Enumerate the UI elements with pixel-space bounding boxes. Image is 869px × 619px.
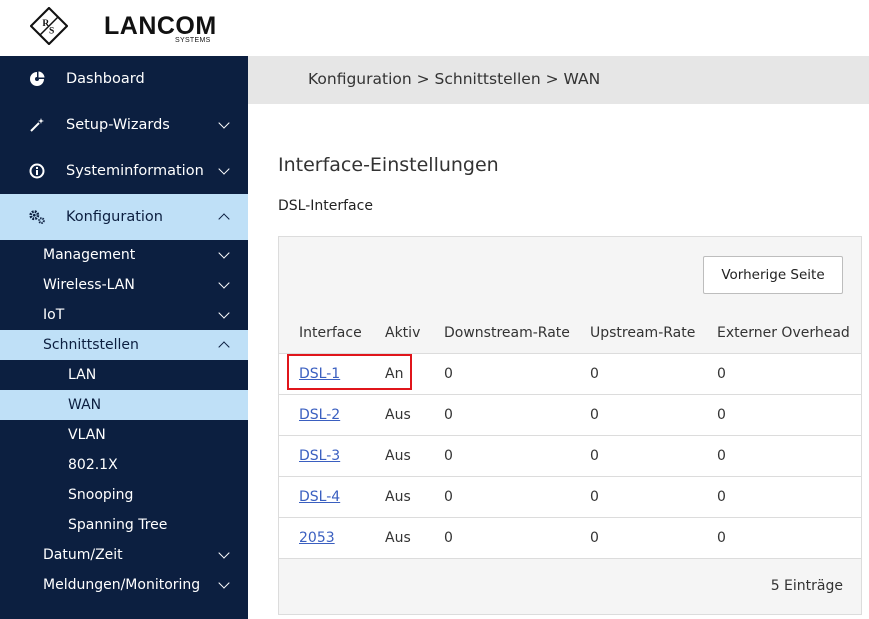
cell-downstream: 0 [424,352,570,394]
svg-text:S: S [49,27,54,37]
magic-wand-icon [28,116,46,134]
page-title: Interface-Einstellungen [278,154,499,176]
sidebar-item-wireless-lan[interactable]: Wireless-LAN [0,270,248,300]
chevron-down-icon [218,577,230,589]
sidebar-item-iot[interactable]: IoT [0,300,248,330]
cell-overhead: 0 [697,475,861,517]
cell-aktiv: An [365,352,424,394]
section-title: DSL-Interface [278,198,373,214]
column-header-downstream-rate[interactable]: Downstream-Rate [424,313,570,353]
sidebar-item-konfiguration[interactable]: Konfiguration [0,194,248,240]
sidebar-item-label: VLAN [68,427,106,443]
sidebar-item-vlan[interactable]: VLAN [0,420,248,450]
cell-interface: DSL-4 [279,475,365,517]
sidebar-item-setup-wizards[interactable]: Setup-Wizards [0,102,248,148]
sidebar-item-label: IoT [43,307,65,323]
previous-page-button[interactable]: Vorherige Seite [703,256,843,294]
cell-overhead: 0 [697,516,861,559]
column-header-externer-overhead[interactable]: Externer Overhead [697,313,861,353]
chevron-down-icon [218,307,230,319]
cell-downstream: 0 [424,516,570,559]
table-header-row: Interface Aktiv Downstream-Rate Upstream… [279,313,861,353]
table-row: DSL-4 Aus 0 0 0 [279,475,861,517]
cell-upstream: 0 [570,475,697,517]
interface-link-dsl-2[interactable]: DSL-2 [299,407,340,423]
sidebar-item-label: WAN [68,397,102,413]
cell-overhead: 0 [697,352,861,394]
top-header: R S LANCOM SYSTEMS [0,0,869,56]
table-row: DSL-1 An 0 0 0 [279,352,861,394]
cell-upstream: 0 [570,516,697,559]
cell-aktiv: Aus [365,434,424,476]
dashboard-pie-icon [28,70,46,88]
sidebar-item-label: 802.1X [68,457,118,473]
cell-aktiv: Aus [365,516,424,559]
table-row: 2053 Aus 0 0 0 [279,516,861,559]
sidebar-item-label: Datum/Zeit [43,547,123,563]
cell-upstream: 0 [570,393,697,435]
cell-upstream: 0 [570,352,697,394]
chevron-down-icon [218,547,230,559]
info-icon [28,162,46,180]
cell-aktiv: Aus [365,393,424,435]
sidebar-item-systeminformation[interactable]: Systeminformation [0,148,248,194]
interface-link-dsl-3[interactable]: DSL-3 [299,448,340,464]
sidebar-item-label: Schnittstellen [43,337,139,353]
sidebar-item-label: Snooping [68,487,134,503]
sidebar-item-8021x[interactable]: 802.1X [0,450,248,480]
chevron-down-icon [218,163,230,175]
sidebar-item-label: LAN [68,367,97,383]
chevron-up-icon [218,213,230,225]
chevron-up-icon [218,341,230,353]
sidebar-item-snooping[interactable]: Snooping [0,480,248,510]
sidebar-item-label: Setup-Wizards [66,117,170,133]
sidebar-item-label: Dashboard [66,71,145,87]
column-header-interface[interactable]: Interface [279,313,365,353]
cell-interface: 2053 [279,516,365,559]
gears-icon [28,208,46,226]
cell-aktiv: Aus [365,475,424,517]
sidebar-item-label: Spanning Tree [68,517,168,533]
sidebar-item-label: Meldungen/Monitoring [43,577,201,593]
breadcrumb: Konfiguration > Schnittstellen > WAN [308,70,601,88]
sidebar-item-spanning-tree[interactable]: Spanning Tree [0,510,248,540]
cell-downstream: 0 [424,434,570,476]
sidebar-item-label: Konfiguration [66,209,163,225]
cell-downstream: 0 [424,475,570,517]
sidebar-item-wan[interactable]: WAN [0,390,248,420]
sidebar-item-schnittstellen[interactable]: Schnittstellen [0,330,248,360]
cell-overhead: 0 [697,434,861,476]
cell-interface: DSL-1 [279,352,365,394]
table-row: DSL-2 Aus 0 0 0 [279,393,861,435]
sidebar-item-management[interactable]: Management [0,240,248,270]
rs-logo-icon: R S [30,7,68,45]
chevron-down-icon [218,117,230,129]
cell-downstream: 0 [424,393,570,435]
sidebar-item-label: Systeminformation [66,163,204,179]
sidebar-item-datum-zeit[interactable]: Datum/Zeit [0,540,248,570]
sidebar-item-label: Wireless-LAN [43,277,135,293]
brand-sub: SYSTEMS [175,37,211,44]
interface-link-dsl-1[interactable]: DSL-1 [299,366,340,382]
sidebar-item-label: Management [43,247,136,263]
chevron-down-icon [218,247,230,259]
cell-interface: DSL-2 [279,393,365,435]
interface-link-dsl-4[interactable]: DSL-4 [299,489,340,505]
sidebar-item-meldungen-monitoring[interactable]: Meldungen/Monitoring [0,570,248,600]
sidebar-item-dashboard[interactable]: Dashboard [0,56,248,102]
cell-upstream: 0 [570,434,697,476]
interface-link-2053[interactable]: 2053 [299,530,335,546]
column-header-aktiv[interactable]: Aktiv [365,313,424,353]
breadcrumb-bar: Konfiguration > Schnittstellen > WAN [248,56,869,104]
cell-overhead: 0 [697,393,861,435]
interface-table-panel: Vorherige Seite Interface Aktiv Downstre… [278,236,862,615]
chevron-down-icon [218,277,230,289]
column-header-upstream-rate[interactable]: Upstream-Rate [570,313,697,353]
cell-interface: DSL-3 [279,434,365,476]
entry-count: 5 Einträge [770,578,843,594]
table-row: DSL-3 Aus 0 0 0 [279,434,861,476]
sidebar: Dashboard Setup-Wizards Systeminformatio… [0,56,248,619]
interface-table: Interface Aktiv Downstream-Rate Upstream… [279,313,861,559]
sidebar-item-lan[interactable]: LAN [0,360,248,390]
